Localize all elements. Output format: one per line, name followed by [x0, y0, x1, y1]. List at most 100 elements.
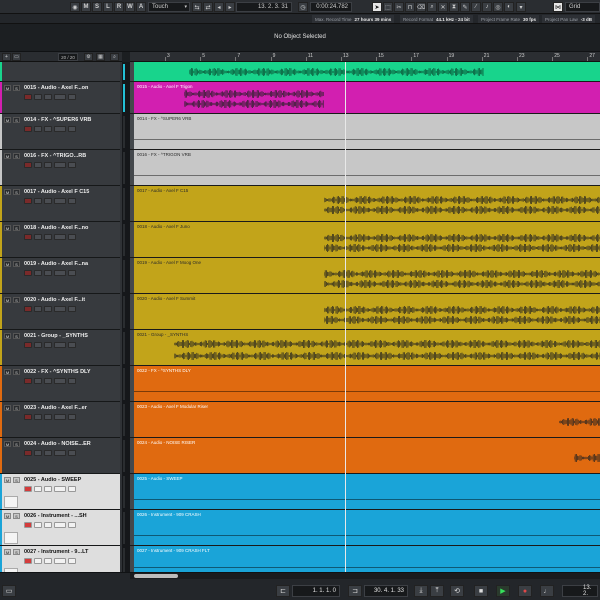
zoom-tool-icon[interactable]: ⌕ — [427, 2, 437, 12]
track-name[interactable]: 0022 - FX - ^SYNTHS DLY — [24, 369, 118, 375]
track-control-button[interactable] — [68, 306, 76, 312]
solo-button[interactable]: S — [13, 405, 20, 411]
left-position-display[interactable]: 13. 2. 3. 31 — [236, 2, 292, 12]
track-header[interactable]: M S 0026 - Instrument - ...SH — [0, 510, 120, 546]
track-name[interactable]: 0021 - Group - _SYNTHS — [24, 333, 118, 339]
mute-button[interactable]: M — [4, 297, 11, 303]
solo-button[interactable]: S — [13, 369, 20, 375]
track-control-button[interactable] — [54, 270, 66, 276]
time-warp-tool-icon[interactable]: ⧗ — [449, 2, 459, 12]
mute-button[interactable]: M — [4, 549, 11, 555]
activate-project-button[interactable]: ◉ — [70, 2, 80, 12]
color-tool-icon[interactable]: ◐ — [504, 2, 514, 12]
track-control-button[interactable] — [54, 486, 66, 492]
track-name[interactable]: 0017 - Audio - Axel F C15 — [24, 189, 118, 195]
solo-mode-button[interactable]: S — [92, 2, 102, 12]
record-format[interactable]: Record Format 44.1 kHz - 24 bit — [400, 15, 473, 23]
track-lane[interactable]: 0025 - Audio - SWEEP — [130, 474, 600, 510]
track-control-button[interactable] — [54, 126, 66, 132]
track-control-button[interactable] — [34, 198, 42, 204]
track-header[interactable]: M S 0017 - Audio - Axel F C15 — [0, 186, 120, 222]
track-name[interactable]: 0024 - Audio - NOISE...ER — [24, 441, 118, 447]
record-icon[interactable]: ● — [518, 585, 532, 597]
event-clip[interactable]: 0021 - Group - _SYNTHS — [134, 330, 600, 365]
track-control-button[interactable] — [44, 126, 52, 132]
mute-button[interactable]: M — [4, 477, 11, 483]
grid-type-select[interactable]: Grid — [565, 2, 600, 12]
event-clip[interactable]: 0022 - FX - ^SYNTHS DLY — [134, 366, 600, 401]
track-control-button[interactable] — [54, 162, 66, 168]
punch-out-icon[interactable]: ⤒ — [430, 585, 444, 597]
comp-tool-icon[interactable]: ◎ — [493, 2, 503, 12]
erase-tool-icon[interactable]: ⌫ — [416, 2, 426, 12]
event-clip[interactable]: 0027 - Instrument - 909 CRASH FLT — [134, 546, 600, 572]
track-name[interactable]: 0018 - Audio - Axel F...no — [24, 225, 118, 231]
automation-a-button[interactable]: A — [136, 2, 146, 12]
horizontal-scrollbar[interactable] — [130, 573, 600, 579]
record-enable-button[interactable] — [24, 558, 32, 564]
read-automation-button[interactable]: R — [114, 2, 124, 12]
folder-icon[interactable]: ▭ — [12, 53, 21, 61]
record-enable-button[interactable] — [24, 450, 32, 456]
autoscroll-icon[interactable]: ⇆ — [192, 2, 202, 12]
glue-tool-icon[interactable]: ⊓ — [405, 2, 415, 12]
track-control-button[interactable] — [68, 342, 76, 348]
track-lane[interactable]: 0021 - Group - _SYNTHS — [130, 330, 600, 366]
track-name[interactable]: 0023 - Audio - Axel F...er — [24, 405, 118, 411]
record-enable-button[interactable] — [24, 234, 32, 240]
track-control-button[interactable] — [34, 342, 42, 348]
solo-button[interactable]: S — [13, 225, 20, 231]
event-clip[interactable]: 0016 - FX - ^TRIGON VRB — [134, 150, 600, 185]
track-control-button[interactable] — [34, 306, 42, 312]
track-control-button[interactable] — [68, 378, 76, 384]
punch-in-icon[interactable]: ⤓ — [414, 585, 428, 597]
track-lane[interactable]: 0016 - FX - ^TRIGON VRB — [130, 150, 600, 186]
track-header[interactable]: M S 0022 - FX - ^SYNTHS DLY — [0, 366, 120, 402]
track-control-button[interactable] — [34, 414, 42, 420]
automation-mode-select[interactable]: Touch ▾ — [148, 2, 190, 12]
track-lane[interactable]: 0014 - FX - ^SUPER6 VRB — [130, 114, 600, 150]
track-control-button[interactable] — [68, 234, 76, 240]
track-control-button[interactable] — [68, 94, 76, 100]
track-header[interactable]: M S 0016 - FX - ^TRIGO...RB — [0, 150, 120, 186]
track-control-button[interactable] — [44, 270, 52, 276]
track-control-button[interactable] — [34, 558, 42, 564]
track-control-button[interactable] — [44, 414, 52, 420]
playback-cursor[interactable] — [345, 62, 346, 572]
track-name[interactable]: 0014 - FX - ^SUPER6 VRB — [24, 117, 118, 123]
record-enable-button[interactable] — [24, 198, 32, 204]
listen-mode-button[interactable]: L — [103, 2, 113, 12]
object-selection-tool-icon[interactable]: ➤ — [372, 2, 382, 12]
track-control-button[interactable] — [34, 270, 42, 276]
gear-icon[interactable]: ⚙ — [84, 53, 93, 61]
track-control-button[interactable] — [68, 162, 76, 168]
mute-button[interactable]: M — [4, 225, 11, 231]
mute-button[interactable]: M — [4, 117, 11, 123]
mute-button[interactable]: M — [4, 153, 11, 159]
track-control-button[interactable] — [44, 342, 52, 348]
track-name[interactable]: 0027 - Instrument - 9...LT — [24, 549, 118, 555]
record-enable-button[interactable] — [24, 414, 32, 420]
left-locator-display[interactable]: 1. 1. 1. 0 — [292, 585, 340, 597]
track-control-button[interactable] — [34, 486, 42, 492]
track-control-button[interactable] — [54, 378, 66, 384]
event-clip[interactable]: 0014 - FX - ^SUPER6 VRB — [134, 114, 600, 149]
record-enable-button[interactable] — [24, 522, 32, 528]
event-clip[interactable] — [134, 62, 600, 81]
track-control-button[interactable] — [54, 450, 66, 456]
go-to-icon[interactable]: ▸ — [225, 2, 235, 12]
time-display-clock-icon[interactable]: ◷ — [298, 2, 308, 12]
timecode-display[interactable]: 0:00:24.782 — [310, 2, 352, 12]
visibility-icon[interactable]: ▦ — [96, 53, 105, 61]
track-header[interactable]: M S 0023 - Audio - Axel F...er — [0, 402, 120, 438]
solo-button[interactable]: S — [13, 441, 20, 447]
track-control-button[interactable] — [44, 306, 52, 312]
metronome-icon[interactable]: ♩ — [540, 585, 554, 597]
scrollbar-thumb[interactable] — [134, 574, 178, 578]
solo-button[interactable]: S — [13, 333, 20, 339]
track-control-button[interactable] — [68, 558, 76, 564]
track-control-button[interactable] — [54, 198, 66, 204]
mute-tool-icon[interactable]: ✕ — [438, 2, 448, 12]
track-header[interactable]: M S 0027 - Instrument - 9...LT — [0, 546, 120, 572]
event-clip[interactable]: 0024 - Audio - NOISE RISER — [134, 438, 600, 473]
